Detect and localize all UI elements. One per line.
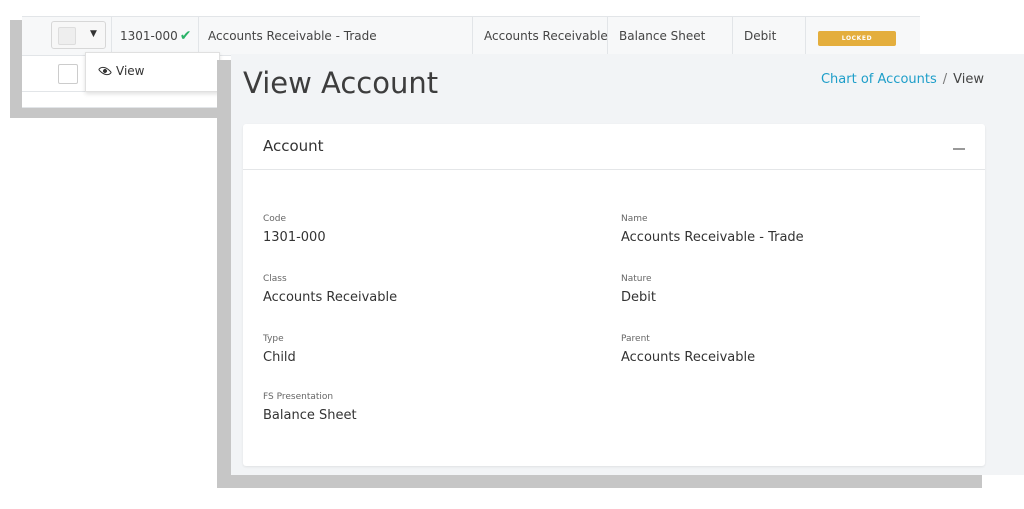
fs-presentation-cell: Balance Sheet xyxy=(619,29,706,43)
parent-field: Parent Accounts Receivable xyxy=(621,334,755,365)
parent-label: Parent xyxy=(621,334,650,344)
caret-down-icon: ▼ xyxy=(90,29,97,39)
breadcrumb: Chart of Accounts / View xyxy=(821,72,984,87)
account-name-cell: Accounts Receivable - Trade xyxy=(208,29,377,43)
collapse-icon[interactable] xyxy=(953,148,965,150)
parent-value: Accounts Receivable xyxy=(621,350,756,365)
card-header: Account xyxy=(243,124,985,170)
code-label: Code xyxy=(263,214,287,224)
column-divider xyxy=(472,17,473,55)
name-field: Name Accounts Receivable - Trade xyxy=(621,214,804,245)
column-divider xyxy=(805,17,806,55)
check-icon: ✔ xyxy=(179,28,192,44)
fs-presentation-value: Balance Sheet xyxy=(263,408,357,423)
fs-presentation-label: FS Presentation xyxy=(263,392,334,402)
breadcrumb-chart-of-accounts-link[interactable]: Chart of Accounts xyxy=(821,72,937,87)
view-menu-item[interactable]: View xyxy=(97,63,145,78)
row-actions-menu: View xyxy=(85,52,220,92)
class-field: Class Accounts Receivable xyxy=(263,274,397,305)
status-badge: LOCKED xyxy=(818,31,896,46)
class-value: Accounts Receivable xyxy=(263,290,398,305)
nature-field: Nature Debit xyxy=(621,274,656,305)
type-label: Type xyxy=(263,334,284,344)
breadcrumb-current: View xyxy=(953,72,984,87)
view-menu-label: View xyxy=(116,64,145,78)
column-divider xyxy=(111,17,112,55)
card-title: Account xyxy=(263,137,324,155)
account-code: 1301-000 xyxy=(120,29,178,43)
page-title: View Account xyxy=(243,66,439,100)
eye-icon xyxy=(97,63,113,78)
row-select-checkbox[interactable] xyxy=(58,64,78,84)
account-class-cell: Accounts Receivable xyxy=(484,29,608,43)
name-value: Accounts Receivable - Trade xyxy=(621,230,804,245)
column-divider xyxy=(198,17,199,55)
fs-presentation-field: FS Presentation Balance Sheet xyxy=(263,392,357,423)
breadcrumb-separator: / xyxy=(942,72,948,87)
nature-cell: Debit xyxy=(744,29,777,43)
view-account-panel: View Account Chart of Accounts / View Acco… xyxy=(231,54,1024,475)
account-code-cell: 1301-000 ✔ xyxy=(120,17,192,56)
column-divider xyxy=(732,17,733,55)
account-card: Account Code 1301-000 Name Accounts Rece… xyxy=(243,124,985,466)
nature-value: Debit xyxy=(621,290,656,305)
code-field: Code 1301-000 xyxy=(263,214,326,245)
type-value: Child xyxy=(263,350,296,365)
nature-label: Nature xyxy=(621,274,652,284)
name-label: Name xyxy=(621,214,648,224)
code-value: 1301-000 xyxy=(263,230,326,245)
type-field: Type Child xyxy=(263,334,296,365)
row-select-checkbox[interactable] xyxy=(58,27,76,45)
class-label: Class xyxy=(263,274,287,284)
